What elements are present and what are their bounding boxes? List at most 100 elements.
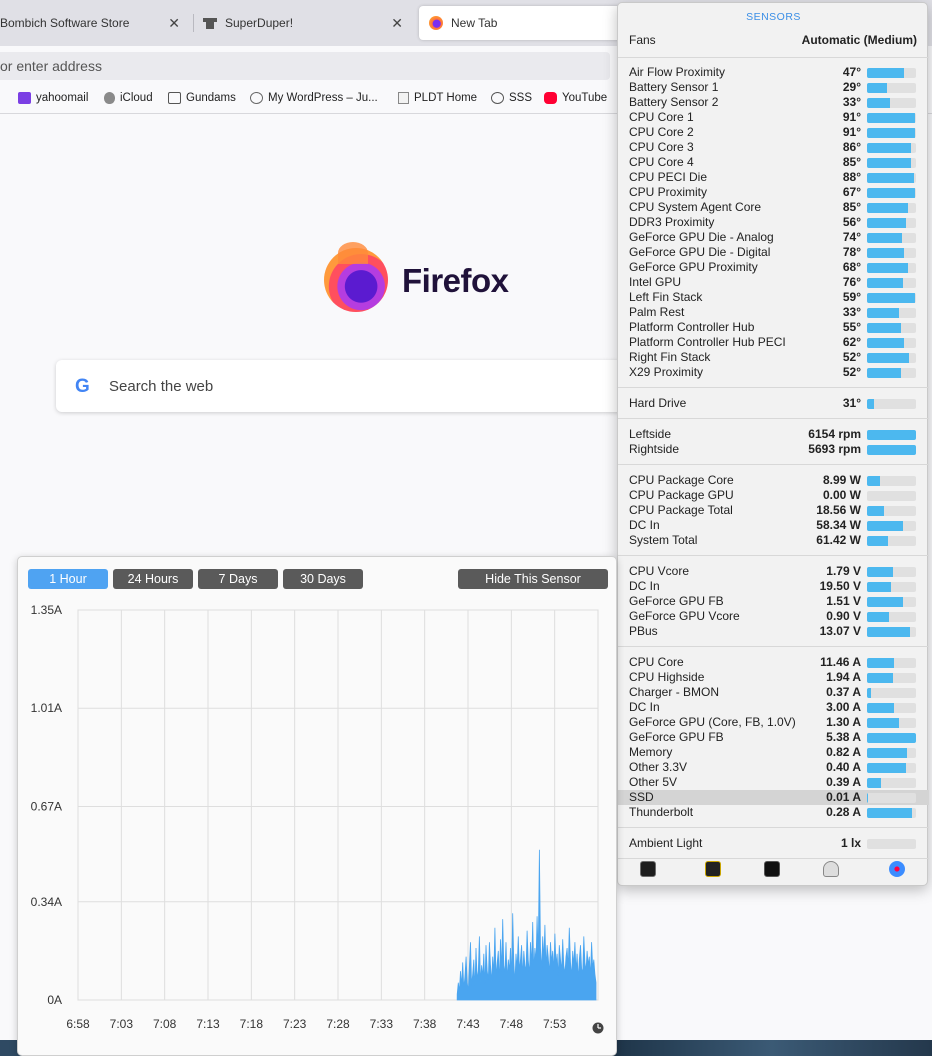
sensor-value: 56° [842, 215, 861, 229]
sensor-name: CPU Core 3 [629, 140, 694, 154]
sensor-row[interactable]: CPU Core 11.46 A [618, 655, 929, 670]
sensor-row[interactable]: GeForce GPU Die - Digital 78° [618, 245, 929, 260]
close-icon[interactable]: ✕ [168, 15, 180, 32]
bookmark-wordpress[interactable]: My WordPress – Ju... [250, 92, 378, 104]
bookmark-icloud[interactable]: iCloud [104, 92, 153, 104]
fans-mode-value[interactable]: Automatic (Medium) [802, 33, 917, 47]
sensor-value: 1.30 A [826, 715, 861, 729]
mail-icon [18, 92, 31, 104]
sensor-value: 88° [842, 170, 861, 184]
sensor-row[interactable]: GeForce GPU (Core, FB, 1.0V) 1.30 A [618, 715, 929, 730]
sensor-row[interactable]: Air Flow Proximity 47° [618, 65, 929, 80]
sensor-row[interactable]: GeForce GPU Vcore 0.90 V [618, 609, 929, 624]
sensor-level-bar [867, 491, 916, 501]
sensor-row[interactable]: GeForce GPU FB 1.51 V [618, 594, 929, 609]
sensor-row[interactable]: Right Fin Stack 52° [618, 350, 929, 365]
safari-icon[interactable] [889, 861, 905, 877]
sensor-row[interactable]: Platform Controller Hub 55° [618, 320, 929, 335]
sensor-row[interactable]: DDR3 Proximity 56° [618, 215, 929, 230]
sensor-row[interactable]: CPU Vcore 1.79 V [618, 564, 929, 579]
sensor-value: 0.82 A [826, 745, 861, 759]
sensor-row[interactable]: GeForce GPU Die - Analog 74° [618, 230, 929, 245]
sensor-value: 1.51 V [826, 594, 861, 608]
automator-icon[interactable] [823, 861, 839, 877]
sensor-row[interactable]: DC In 58.34 W [618, 518, 929, 533]
sensor-row[interactable]: Memory 0.82 A [618, 745, 929, 760]
fans-mode-row[interactable]: Fans Automatic (Medium) [618, 33, 929, 53]
sensor-row[interactable]: CPU System Agent Core 85° [618, 200, 929, 215]
sensor-row[interactable]: CPU Core 2 91° [618, 125, 929, 140]
sensor-name: GeForce GPU FB [629, 730, 724, 744]
sensor-name: CPU Core 1 [629, 110, 694, 124]
bookmark-label: Gundams [186, 92, 236, 104]
sensor-row[interactable]: CPU Highside 1.94 A [618, 670, 929, 685]
sensor-row[interactable]: Ambient Light 1 lx [618, 836, 929, 851]
sensor-row[interactable]: Other 3.3V 0.40 A [618, 760, 929, 775]
sensor-row[interactable]: Other 5V 0.39 A [618, 775, 929, 790]
bookmark-pldt-home[interactable]: PLDT Home [398, 92, 477, 104]
sensor-level-bar [867, 445, 916, 455]
tab-superduper[interactable]: SuperDuper! ✕ [203, 6, 413, 40]
sensor-row[interactable]: SSD 0.01 A [618, 790, 929, 805]
console-icon[interactable] [705, 861, 721, 877]
sensor-level-fill [867, 188, 916, 198]
sensor-level-bar [867, 263, 916, 273]
bookmark-yahoomail[interactable]: yahoomail [18, 92, 88, 104]
sensor-value: 68° [842, 260, 861, 274]
firefox-logo [324, 242, 388, 312]
sensor-name: Ambient Light [629, 836, 703, 850]
sensor-row[interactable]: Left Fin Stack 59° [618, 290, 929, 305]
google-icon: G [75, 376, 90, 397]
sensors-title: SENSORS [746, 11, 801, 23]
sensor-row[interactable]: GeForce GPU FB 5.38 A [618, 730, 929, 745]
sensor-row[interactable]: Platform Controller Hub PECI 62° [618, 335, 929, 350]
hide-sensor-button[interactable]: Hide This Sensor [458, 569, 608, 589]
tab-bombich[interactable]: Bombich Software Store ✕ [0, 6, 190, 40]
sensor-row[interactable]: DC In 19.50 V [618, 579, 929, 594]
sensor-row[interactable]: CPU Package Core 8.99 W [618, 473, 929, 488]
range-7-days-button[interactable]: 7 Days [198, 569, 278, 589]
sensor-row[interactable]: CPU Package Total 18.56 W [618, 503, 929, 518]
sensor-row[interactable]: CPU Core 4 85° [618, 155, 929, 170]
sensor-row[interactable]: CPU PECI Die 88° [618, 170, 929, 185]
activity-monitor-icon[interactable] [640, 861, 656, 877]
sensor-level-fill [867, 263, 909, 273]
bookmark-youtube[interactable]: YouTube [544, 92, 607, 104]
sensor-row[interactable]: DC In 3.00 A [618, 700, 929, 715]
sensor-row[interactable]: Palm Rest 33° [618, 305, 929, 320]
sensor-row[interactable]: Battery Sensor 2 33° [618, 95, 929, 110]
sensor-row[interactable]: Charger - BMON 0.37 A [618, 685, 929, 700]
range-24-hours-button[interactable]: 24 Hours [113, 569, 193, 589]
sensor-row[interactable]: CPU Proximity 67° [618, 185, 929, 200]
sensor-row[interactable]: Hard Drive 31° [618, 396, 929, 411]
sensor-name: Right Fin Stack [629, 350, 711, 364]
bookmark-sss[interactable]: SSS [491, 92, 532, 104]
sensor-name: Platform Controller Hub [629, 320, 755, 334]
sensor-value: 0.28 A [826, 805, 861, 819]
url-bar[interactable]: or enter address [0, 52, 610, 80]
sensor-value: 5693 rpm [808, 442, 861, 456]
sensor-row[interactable]: X29 Proximity 52° [618, 365, 929, 380]
bookmark-gundams[interactable]: Gundams [168, 92, 236, 104]
sensor-row[interactable]: PBus 13.07 V [618, 624, 929, 639]
sensor-row[interactable]: Leftside 6154 rpm [618, 427, 929, 442]
sensor-row[interactable]: CPU Core 3 86° [618, 140, 929, 155]
close-icon[interactable]: ✕ [391, 15, 403, 32]
sensor-row[interactable]: CPU Core 1 91° [618, 110, 929, 125]
sensor-row[interactable]: Rightside 5693 rpm [618, 442, 929, 457]
sensor-level-fill [867, 627, 911, 637]
sensor-row[interactable]: Thunderbolt 0.28 A [618, 805, 929, 820]
web-search-input[interactable]: G Search the web [56, 360, 626, 412]
fans-label: Fans [629, 33, 656, 47]
range-1-hour-button[interactable]: 1 Hour [28, 569, 108, 589]
bookmark-label: yahoomail [36, 92, 89, 104]
sensor-row[interactable]: Intel GPU 76° [618, 275, 929, 290]
sensor-row[interactable]: GeForce GPU Proximity 68° [618, 260, 929, 275]
sensor-row[interactable]: CPU Package GPU 0.00 W [618, 488, 929, 503]
terminal-icon[interactable] [764, 861, 780, 877]
url-placeholder: or enter address [0, 58, 102, 74]
range-30-days-button[interactable]: 30 Days [283, 569, 363, 589]
tab-new-tab[interactable]: New Tab [419, 6, 629, 40]
sensor-row[interactable]: System Total 61.42 W [618, 533, 929, 548]
sensor-row[interactable]: Battery Sensor 1 29° [618, 80, 929, 95]
